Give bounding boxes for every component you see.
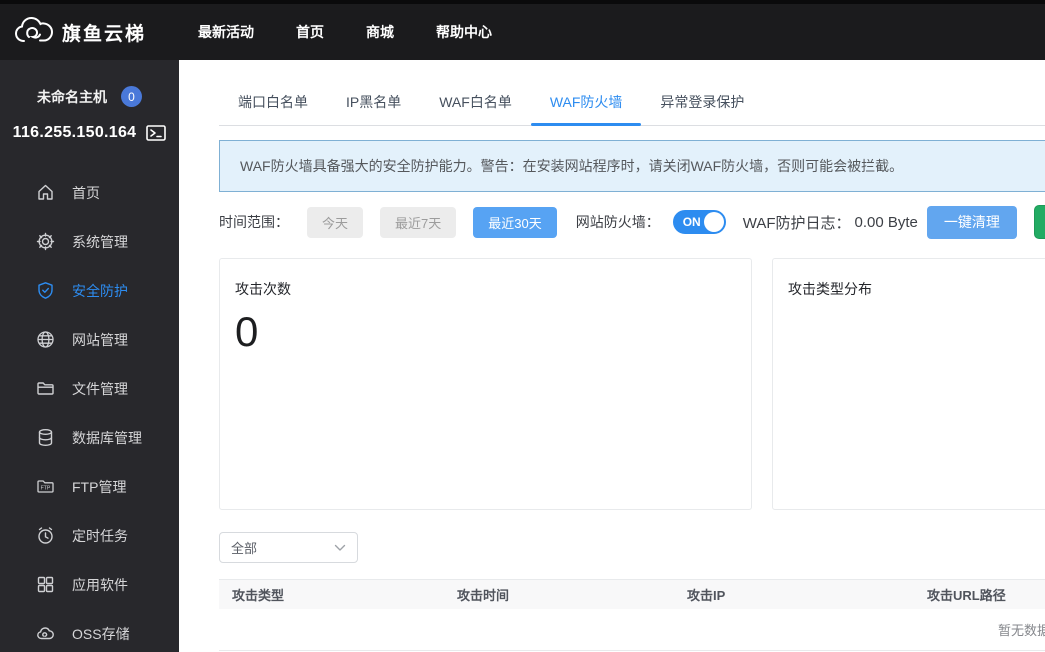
time-7days-button[interactable]: 最近7天 (380, 206, 457, 238)
clean-logs-button[interactable]: 一键清理 (926, 205, 1017, 239)
time-range-label: 时间范围： (219, 214, 289, 230)
no-data-text: 暂无数据 (997, 623, 1045, 638)
host-count-badge[interactable]: 0 (121, 86, 142, 107)
table-empty-row: 暂无数据 (219, 609, 1045, 651)
sidebar-item-apps[interactable]: 应用软件 (0, 560, 179, 609)
column-attack-type: 攻击类型 (232, 588, 285, 603)
waf-info-banner: WAF防火墙具备强大的安全防护能力。警告：在安装网站程序时，请关闭WAF防火墙，… (219, 140, 1045, 192)
attack-count-card: 攻击次数 0 (219, 258, 752, 510)
waf-info-banner-text: WAF防火墙具备强大的安全防护能力。警告：在安装网站程序时，请关闭WAF防火墙，… (240, 158, 904, 174)
table-header-row: 攻击类型 攻击时间 攻击IP 攻击URL路径 (219, 580, 1045, 609)
toggle-knob (703, 212, 724, 232)
sidebar-item-system[interactable]: 系统管理 (0, 217, 179, 266)
sidebar-menu: 首页 系统管理 安全防护 网站管理 文件管理 数据库管理 FTP FTP管理 定… (0, 168, 179, 652)
waf-log-label: WAF防护日志： (742, 214, 851, 232)
firewall-toggle[interactable]: ON (672, 210, 726, 234)
attack-log-table: 攻击类型 攻击时间 攻击IP 攻击URL路径 暂无数据 (219, 579, 1045, 651)
tab-abnormal-login[interactable]: 异常登录保护 (641, 84, 763, 125)
host-ip: 116.255.150.164 (12, 124, 137, 141)
topnav-item-home[interactable]: 首页 (296, 12, 324, 52)
attack-count-value: 0 (235, 308, 259, 355)
chevron-down-icon (334, 544, 346, 552)
tab-ip-blacklist[interactable]: IP黑名单 (327, 84, 420, 125)
security-tabs-bar: 端口白名单 IP黑名单 WAF白名单 WAF防火墙 异常登录保护 (219, 60, 1045, 126)
attack-types-card: 攻击类型分布 (772, 258, 1045, 510)
cloud-storage-icon (35, 624, 55, 644)
topnav-item-activities[interactable]: 最新活动 (198, 12, 254, 52)
top-navbar: 旗鱼云梯 最新活动 首页 商城 帮助中心 (0, 4, 1045, 60)
folder-icon (35, 379, 55, 399)
website-firewall-label: 网站防火墙： (575, 214, 660, 230)
terminal-icon[interactable] (146, 125, 167, 141)
refresh-button[interactable]: 刷新 (1033, 205, 1045, 239)
attack-types-title: 攻击类型分布 (788, 281, 872, 297)
column-attack-ip: 攻击IP (687, 588, 726, 603)
controls-row: 时间范围： 今天 最近7天 最近30天 网站防火墙： ON WAF防护日志： 0… (219, 205, 1045, 239)
apps-grid-icon (35, 575, 55, 595)
svg-text:FTP: FTP (40, 486, 50, 492)
sidebar-item-label: FTP管理 (72, 478, 127, 495)
firewall-toggle-state: ON (682, 215, 701, 229)
ftp-folder-icon: FTP (35, 477, 55, 497)
cloud-logo-icon (14, 15, 54, 49)
sidebar-item-label: OSS存储 (72, 625, 130, 642)
sidebar-item-label: 文件管理 (72, 380, 128, 397)
sidebar-item-home[interactable]: 首页 (0, 168, 179, 217)
topnav-menu: 最新活动 首页 商城 帮助中心 (198, 12, 534, 52)
time-30days-button[interactable]: 最近30天 (473, 206, 557, 238)
sidebar-item-security[interactable]: 安全防护 (0, 266, 179, 315)
brand-name: 旗鱼云梯 (62, 23, 147, 45)
column-attack-url: 攻击URL路径 (927, 588, 1006, 603)
topnav-item-help-center[interactable]: 帮助中心 (436, 12, 492, 52)
stats-cards: 攻击次数 0 攻击类型分布 (219, 258, 1045, 510)
globe-icon (35, 330, 55, 350)
attack-count-title: 攻击次数 (235, 281, 291, 297)
sidebar-item-cron[interactable]: 定时任务 (0, 511, 179, 560)
time-today-button[interactable]: 今天 (307, 206, 364, 238)
main-content: 端口白名单 IP黑名单 WAF白名单 WAF防火墙 异常登录保护 WAF防火墙具… (179, 60, 1045, 652)
tab-port-whitelist[interactable]: 端口白名单 (219, 84, 327, 125)
waf-log-size: 0.00 Byte (854, 213, 918, 231)
filter-selected-value: 全部 (231, 541, 258, 556)
alarm-clock-icon (35, 526, 55, 546)
attack-type-filter-select[interactable]: 全部 (219, 532, 358, 563)
sidebar-item-website[interactable]: 网站管理 (0, 315, 179, 364)
tab-waf-whitelist[interactable]: WAF白名单 (420, 84, 531, 125)
sidebar-item-label: 定时任务 (72, 527, 128, 544)
sidebar-item-database[interactable]: 数据库管理 (0, 413, 179, 462)
sidebar-item-label: 首页 (72, 184, 100, 201)
sidebar: 未命名主机 0 116.255.150.164 首页 系统管理 安全防护 网站管… (0, 60, 179, 652)
home-icon (35, 183, 55, 203)
sidebar-item-oss[interactable]: OSS存储 (0, 609, 179, 652)
gear-icon (35, 232, 55, 252)
brand-logo[interactable]: 旗鱼云梯 (14, 15, 146, 49)
sidebar-item-label: 安全防护 (72, 282, 128, 299)
shield-check-icon (35, 281, 55, 301)
database-icon (35, 428, 55, 448)
sidebar-item-label: 应用软件 (72, 576, 128, 593)
sidebar-item-label: 网站管理 (72, 331, 128, 348)
tab-waf-firewall[interactable]: WAF防火墙 (530, 84, 642, 126)
sidebar-item-label: 数据库管理 (72, 429, 142, 446)
sidebar-item-ftp[interactable]: FTP FTP管理 (0, 462, 179, 511)
host-name: 未命名主机 (37, 88, 107, 105)
sidebar-item-label: 系统管理 (72, 233, 128, 250)
sidebar-item-files[interactable]: 文件管理 (0, 364, 179, 413)
topnav-item-mall[interactable]: 商城 (366, 12, 394, 52)
column-attack-time: 攻击时间 (457, 588, 510, 603)
